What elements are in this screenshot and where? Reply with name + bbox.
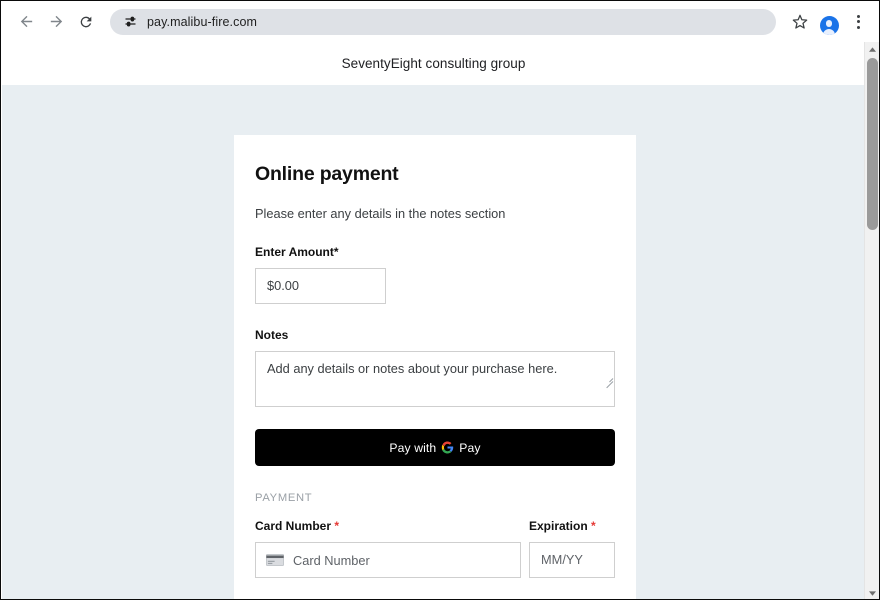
back-button[interactable] bbox=[11, 7, 41, 37]
card-number-input[interactable]: Card Number bbox=[255, 542, 521, 578]
kebab-menu-icon bbox=[856, 14, 860, 29]
google-g-icon bbox=[442, 441, 454, 454]
star-icon bbox=[792, 14, 808, 29]
credit-card-icon bbox=[266, 554, 284, 566]
gpay-suffix-text: Pay bbox=[459, 440, 481, 455]
notes-wrapper: Add any details or notes about your purc… bbox=[255, 351, 615, 407]
card-number-label-text: Card Number bbox=[255, 519, 332, 533]
card-number-field-wrapper: Card Number bbox=[255, 542, 521, 578]
google-pay-button[interactable]: Pay with Pay bbox=[255, 429, 615, 466]
chevron-up-icon bbox=[869, 46, 876, 52]
browser-window: pay.malibu-fire.com SeventyEight consult… bbox=[0, 0, 880, 600]
scrollbar-down-arrow[interactable] bbox=[865, 586, 879, 599]
card-number-placeholder: Card Number bbox=[293, 552, 370, 568]
google-pay-label: Pay with Pay bbox=[389, 441, 480, 455]
bookmark-button[interactable] bbox=[787, 9, 813, 35]
card-number-required-mark: * bbox=[334, 519, 340, 533]
reload-button[interactable] bbox=[71, 7, 101, 37]
expiration-label: Expiration * bbox=[529, 519, 596, 533]
tune-icon[interactable] bbox=[122, 14, 138, 30]
site-settings-sliders-icon bbox=[125, 16, 135, 27]
browser-toolbar: pay.malibu-fire.com bbox=[1, 1, 879, 42]
arrow-left-icon bbox=[20, 15, 32, 28]
amount-label-text: Enter Amount bbox=[255, 245, 334, 259]
scrollbar-thumb[interactable] bbox=[867, 58, 878, 230]
profile-button[interactable] bbox=[816, 9, 842, 35]
notes-label: Notes bbox=[255, 328, 289, 342]
expiration-input[interactable]: MM/YY bbox=[529, 542, 615, 578]
payment-section-caption: PAYMENT bbox=[255, 492, 313, 504]
site-title: SeventyEight consulting group bbox=[341, 56, 526, 71]
reload-icon bbox=[80, 16, 92, 27]
profile-avatar-icon bbox=[819, 15, 839, 35]
site-header: SeventyEight consulting group bbox=[2, 42, 865, 85]
expiration-field-wrapper: MM/YY bbox=[529, 542, 615, 578]
page-scrollbar[interactable] bbox=[864, 42, 879, 599]
forward-button[interactable] bbox=[41, 7, 71, 37]
expiration-required-mark: * bbox=[591, 519, 596, 533]
page-background: Online payment Please enter any details … bbox=[2, 85, 865, 599]
notes-textarea[interactable]: Add any details or notes about your purc… bbox=[255, 351, 615, 407]
page-title: Online payment bbox=[255, 163, 399, 185]
chevron-down-icon bbox=[869, 590, 876, 596]
gpay-prefix-text: Pay with bbox=[389, 440, 437, 455]
card-number-label: Card Number * bbox=[255, 519, 529, 533]
card-expiration-label-row: Card Number * Expiration * bbox=[255, 519, 615, 533]
card-expiration-input-row: Card Number MM/YY bbox=[255, 542, 615, 578]
amount-required-mark: * bbox=[333, 245, 339, 259]
expiration-label-text: Expiration bbox=[529, 519, 588, 533]
amount-input[interactable]: $0.00 bbox=[255, 268, 386, 304]
address-bar[interactable]: pay.malibu-fire.com bbox=[110, 8, 776, 35]
payment-form-card: Online payment Please enter any details … bbox=[234, 135, 636, 599]
form-subtitle: Please enter any details in the notes se… bbox=[255, 206, 506, 221]
amount-label: Enter Amount* bbox=[255, 245, 615, 259]
browser-menu-button[interactable] bbox=[845, 9, 871, 35]
scrollbar-up-arrow[interactable] bbox=[865, 42, 879, 56]
address-bar-url[interactable]: pay.malibu-fire.com bbox=[147, 15, 257, 29]
arrow-right-icon bbox=[50, 15, 62, 28]
page-viewport: SeventyEight consulting group Online pay… bbox=[2, 42, 879, 599]
